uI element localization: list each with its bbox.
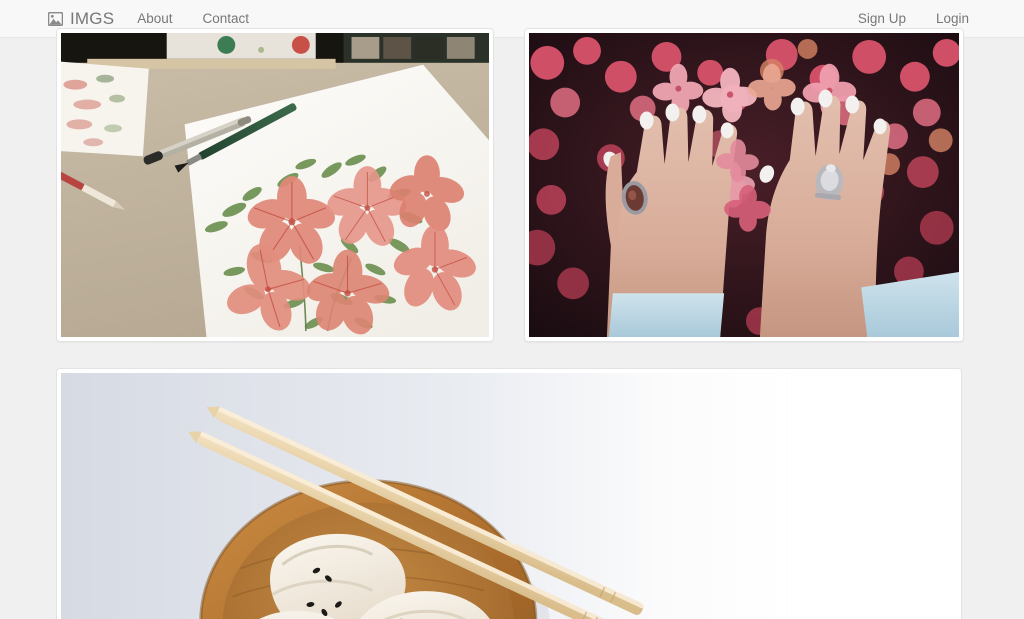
gallery-card-dumplings-bowl[interactable] (56, 368, 962, 619)
image-gallery (0, 28, 1024, 619)
image-icon (48, 11, 63, 26)
brand-logo-link[interactable]: IMGS (48, 10, 122, 27)
thumbnail-dumplings-bowl[interactable] (61, 373, 957, 619)
gallery-card-hands-in-flowers[interactable] (524, 28, 964, 342)
brand-label: IMGS (70, 9, 115, 28)
thumbnail-hands-in-flowers[interactable] (529, 33, 959, 337)
thumbnail-watercolor-flowers[interactable] (61, 33, 489, 337)
gallery-card-watercolor-flowers[interactable] (56, 28, 494, 342)
